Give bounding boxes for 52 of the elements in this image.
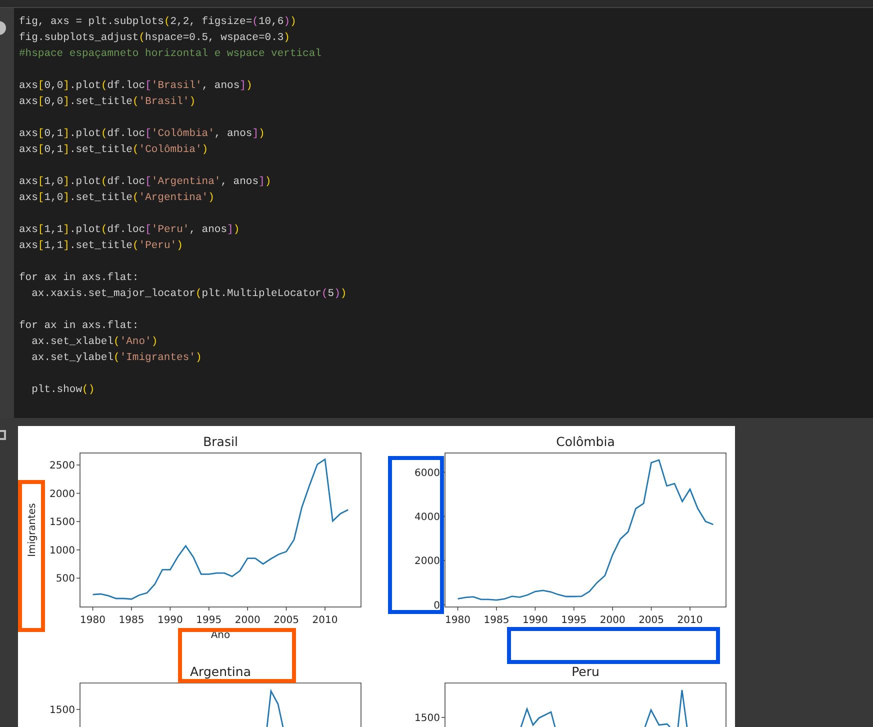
code-line: axs[0,1].plot(df.loc['Colômbia', anos])	[19, 127, 265, 142]
tick-mark	[441, 717, 446, 718]
tick-label: 1995	[561, 615, 587, 626]
tick-label: 1990	[157, 615, 183, 626]
chart-title: Colômbia	[556, 434, 615, 449]
tick-mark	[76, 709, 80, 710]
tick-label: 1985	[484, 615, 510, 626]
code-line: axs[1,0].plot(df.loc['Argentina', anos])	[19, 175, 272, 190]
code-line: axs[0,0].plot(df.loc['Brasil', anos])	[19, 79, 252, 94]
code-line: ax.set_xlabel('Ano')	[30, 335, 158, 350]
tick-label: 2500	[50, 460, 75, 472]
chart-title: Brasil	[203, 434, 238, 449]
code-line: ax.set_ylabel('Imigrantes')	[30, 351, 202, 366]
code-line: axs[1,0].set_title('Argentina')	[19, 191, 214, 206]
tick-label: 1980	[445, 615, 470, 626]
code-line: fig.subplots_adjust(hspace=0.5, wspace=0.3)	[19, 31, 290, 46]
code-line: axs[0,1].set_title('Colômbia')	[19, 143, 208, 158]
tick-label: 2005	[274, 615, 300, 626]
tick-label: 1500	[414, 713, 440, 724]
tick-label: 1990	[522, 615, 548, 626]
axis-label: Ano	[210, 630, 230, 641]
tick-label: 1985	[118, 615, 144, 626]
tick-label: 1500	[50, 705, 75, 716]
code-line: axs[1,1].plot(df.loc['Peru', anos])	[19, 223, 240, 238]
tick-label: 1500	[50, 517, 75, 528]
code-line: for ax in axs.flat:	[19, 271, 139, 286]
tick-label: 1980	[80, 615, 106, 626]
tick-label: 6000	[414, 468, 440, 479]
tick-label: 2000	[600, 615, 626, 626]
tick-label: 1995	[196, 615, 222, 626]
tick-label: 2005	[638, 615, 664, 626]
chart-title: Argentina	[190, 664, 251, 679]
tick-label: 2010	[312, 615, 338, 626]
axis-label: Imigrantes	[27, 503, 38, 557]
tick-label: 2010	[677, 615, 703, 626]
tick-label: 2000	[414, 556, 440, 568]
tick-label: 2000	[234, 615, 260, 626]
code-line: fig, axs = plt.subplots(2,2, figsize=(10,6))	[19, 15, 296, 30]
code-line: ax.xaxis.set_major_locator(plt.MultipleLocator(5))	[30, 287, 347, 302]
tick-label: 500	[56, 574, 75, 585]
tick-label: 2000	[50, 488, 75, 500]
tick-label: 1000	[50, 545, 75, 556]
code-line: #hspace espaçamneto horizontal e wspace vertical	[19, 47, 322, 62]
code-line: axs[1,1].set_title('Peru')	[19, 239, 183, 254]
code-line: for ax in axs.flat:	[19, 319, 139, 334]
code-line: plt.show()	[30, 383, 95, 398]
code-line: axs[0,0].set_title('Brasil')	[19, 95, 196, 110]
tick-label: 4000	[414, 512, 440, 523]
output-icon[interactable]	[0, 430, 6, 440]
chart-title: Peru	[572, 664, 600, 679]
tick-label: 0	[434, 600, 440, 612]
data-line	[266, 688, 284, 727]
